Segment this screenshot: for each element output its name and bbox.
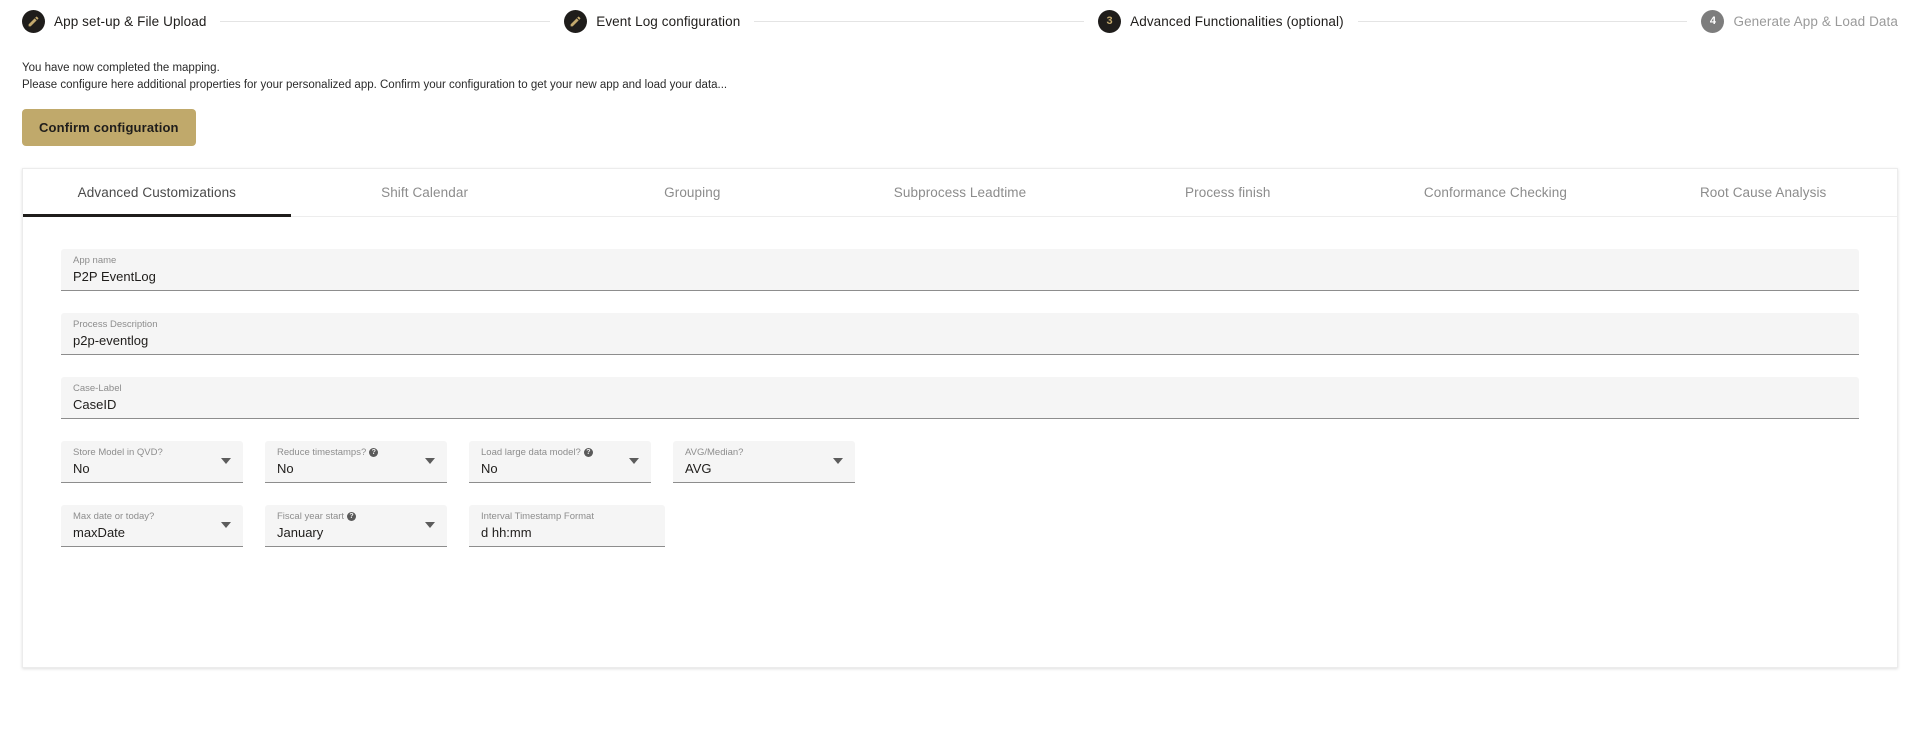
tab-label: Subprocess Leadtime xyxy=(893,184,1027,200)
reduce-timestamps-value: No xyxy=(277,460,294,476)
fiscal-year-start-label: Fiscal year start? xyxy=(277,511,435,523)
intro-text: You have now completed the mapping. Plea… xyxy=(0,42,1920,95)
reduce-timestamps-label-text: Reduce timestamps? xyxy=(277,446,367,458)
max-date-or-today-label: Max date or today? xyxy=(73,510,155,522)
row-case-label: Case-Label CaseID xyxy=(61,376,1859,419)
max-date-or-today-select[interactable]: Max date or today? maxDate xyxy=(61,504,243,547)
tab-label: Conformance Checking xyxy=(1423,184,1567,200)
load-large-data-model-value: No xyxy=(481,460,498,476)
app-name-label: App name xyxy=(73,254,117,266)
pencil-icon xyxy=(22,9,45,33)
tab-label: Grouping xyxy=(664,184,721,200)
row-options-2: Max date or today? maxDate Fiscal year s… xyxy=(61,504,1859,547)
help-icon[interactable]: ? xyxy=(347,511,357,521)
store-model-qvd-label: Store Model in QVD? xyxy=(73,446,163,458)
tab-subprocess-leadtime[interactable]: Subprocess Leadtime xyxy=(826,169,1094,216)
store-model-qvd-select[interactable]: Store Model in QVD? No xyxy=(61,440,243,483)
tab-conformance-checking[interactable]: Conformance Checking xyxy=(1362,169,1630,216)
step-label: Event Log configuration xyxy=(596,13,741,29)
fiscal-year-start-label-text: Fiscal year start xyxy=(277,510,345,522)
intro-line-2: Please configure here additional propert… xyxy=(22,79,728,92)
interval-timestamp-format-label: Interval Timestamp Format xyxy=(481,510,594,522)
tab-grouping[interactable]: Grouping xyxy=(558,169,826,216)
reduce-timestamps-label: Reduce timestamps?? xyxy=(277,447,435,459)
load-large-data-model-label-text: Load large data model? xyxy=(481,446,581,458)
chevron-down-icon[interactable] xyxy=(221,521,231,528)
avg-median-select[interactable]: AVG/Median? AVG xyxy=(673,440,855,483)
chevron-down-icon[interactable] xyxy=(833,457,843,464)
case-label-value: CaseID xyxy=(73,396,117,412)
case-label-label: Case-Label xyxy=(73,382,122,394)
help-icon[interactable]: ? xyxy=(583,447,593,457)
store-model-qvd-value: No xyxy=(73,460,90,476)
tab-shift-calendar[interactable]: Shift Calendar xyxy=(291,169,559,216)
process-description-label: Process Description xyxy=(73,318,158,330)
chevron-down-icon[interactable] xyxy=(425,521,435,528)
tab-label: Process finish xyxy=(1185,184,1271,200)
pencil-icon xyxy=(564,9,588,33)
interval-timestamp-format-field[interactable]: Interval Timestamp Format d hh:mm xyxy=(469,504,665,547)
intro-line-1: You have now completed the mapping. xyxy=(22,62,220,74)
tab-label: Root Cause Analysis xyxy=(1699,184,1827,200)
process-description-value: p2p-eventlog xyxy=(73,332,149,348)
confirm-configuration-button[interactable]: Confirm configuration xyxy=(22,108,196,146)
app-name-value: P2P EventLog xyxy=(73,268,156,284)
tab-advanced-customizations[interactable]: Advanced Customizations xyxy=(23,169,291,217)
chevron-down-icon[interactable] xyxy=(629,457,639,464)
step-generate-app-load-data[interactable]: 4 Generate App & Load Data xyxy=(1701,9,1898,33)
confirm-button-wrap: Confirm configuration xyxy=(0,95,1920,146)
step-number: 3 xyxy=(1106,14,1113,27)
stepper-connector xyxy=(220,20,551,22)
step-label: Generate App & Load Data xyxy=(1733,13,1898,29)
help-icon[interactable]: ? xyxy=(369,447,379,457)
step-label: Advanced Functionalities (optional) xyxy=(1130,13,1344,29)
tab-label: Shift Calendar xyxy=(381,184,469,200)
tab-bar: Advanced Customizations Shift Calendar G… xyxy=(23,169,1897,217)
step-label: App set-up & File Upload xyxy=(54,13,207,29)
stepper-connector xyxy=(754,20,1085,22)
app-name-field[interactable]: App name P2P EventLog xyxy=(61,248,1859,291)
tab-process-finish[interactable]: Process finish xyxy=(1094,169,1362,216)
step-event-log-configuration[interactable]: Event Log configuration xyxy=(564,9,741,33)
load-large-data-model-select[interactable]: Load large data model?? No xyxy=(469,440,651,483)
fiscal-year-start-value: January xyxy=(277,524,324,540)
stepper-connector xyxy=(1357,20,1688,22)
row-options-1: Store Model in QVD? No Reduce timestamps… xyxy=(61,440,1859,483)
step-number: 4 xyxy=(1709,14,1717,27)
row-process-description: Process Description p2p-eventlog xyxy=(61,312,1859,355)
avg-median-value: AVG xyxy=(685,460,712,476)
reduce-timestamps-select[interactable]: Reduce timestamps?? No xyxy=(265,440,447,483)
step-number-badge: 3 xyxy=(1098,9,1122,33)
step-app-setup[interactable]: App set-up & File Upload xyxy=(22,9,207,33)
case-label-field[interactable]: Case-Label CaseID xyxy=(61,376,1859,419)
tab-root-cause-analysis[interactable]: Root Cause Analysis xyxy=(1629,169,1897,216)
process-description-field[interactable]: Process Description p2p-eventlog xyxy=(61,312,1859,355)
avg-median-label: AVG/Median? xyxy=(685,446,744,458)
chevron-down-icon[interactable] xyxy=(425,457,435,464)
fiscal-year-start-select[interactable]: Fiscal year start? January xyxy=(265,504,447,547)
stepper: App set-up & File Upload Event Log confi… xyxy=(0,0,1920,42)
row-app-name: App name P2P EventLog xyxy=(61,248,1859,291)
step-number-badge: 4 xyxy=(1701,9,1725,33)
settings-card: Advanced Customizations Shift Calendar G… xyxy=(22,167,1898,668)
load-large-data-model-label: Load large data model?? xyxy=(481,447,639,459)
interval-timestamp-format-value: d hh:mm xyxy=(481,524,532,540)
advanced-customizations-form: App name P2P EventLog Process Descriptio… xyxy=(23,217,1897,547)
tab-label: Advanced Customizations xyxy=(77,184,237,200)
chevron-down-icon[interactable] xyxy=(221,457,231,464)
max-date-or-today-value: maxDate xyxy=(73,524,126,540)
step-advanced-functionalities[interactable]: 3 Advanced Functionalities (optional) xyxy=(1098,9,1344,33)
